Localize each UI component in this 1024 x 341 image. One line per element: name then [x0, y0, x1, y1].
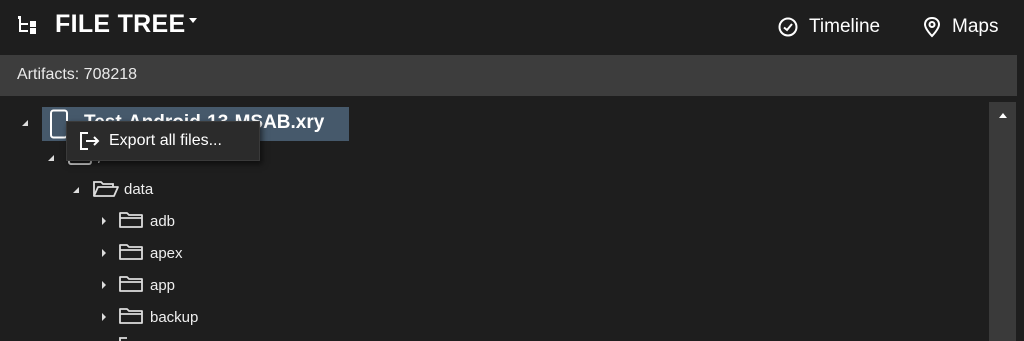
- folder-icon: [119, 212, 143, 228]
- context-item-label: Export all files...: [109, 132, 222, 149]
- expanded-arrow-icon[interactable]: [73, 186, 81, 194]
- artifacts-bar: Artifacts: 708218: [0, 55, 1017, 96]
- tree-item-label[interactable]: adb: [150, 213, 175, 230]
- collapsed-arrow-icon[interactable]: [101, 216, 107, 226]
- folder-icon: [119, 308, 143, 324]
- map-pin-icon: [923, 16, 941, 38]
- tree-item-label[interactable]: apex: [150, 245, 183, 262]
- timeline-button[interactable]: Timeline: [777, 14, 880, 40]
- caret-down-icon[interactable]: [188, 15, 198, 25]
- tree-item-label[interactable]: backup: [150, 309, 198, 326]
- folder-icon: [119, 337, 127, 341]
- header: FILE TREE Timeline Maps: [0, 0, 1024, 54]
- artifacts-count: Artifacts: 708218: [17, 66, 138, 83]
- page-title[interactable]: FILE TREE: [55, 10, 185, 39]
- tree-item-label[interactable]: app: [150, 277, 175, 294]
- export-icon: [80, 132, 100, 150]
- scroll-up-button[interactable]: [989, 102, 1016, 128]
- file-tree-icon: [18, 16, 36, 34]
- collapsed-arrow-icon[interactable]: [101, 312, 107, 322]
- folder-icon: [119, 276, 143, 292]
- clock-check-icon: [778, 17, 798, 37]
- context-menu: Export all files...: [66, 121, 260, 161]
- collapsed-arrow-icon[interactable]: [101, 280, 107, 290]
- maps-button[interactable]: Maps: [922, 14, 998, 40]
- export-all-files-menu-item[interactable]: Export all files...: [67, 122, 259, 160]
- collapsed-arrow-icon[interactable]: [101, 248, 107, 258]
- folder-icon: [119, 244, 143, 260]
- maps-label: Maps: [952, 16, 999, 37]
- expanded-arrow-icon[interactable]: [48, 154, 56, 162]
- expanded-arrow-icon[interactable]: [22, 119, 30, 127]
- tree-item-label[interactable]: data: [124, 181, 153, 198]
- vertical-scrollbar[interactable]: [989, 102, 1016, 341]
- triangle-up-icon: [998, 113, 1007, 118]
- folder-open-icon: [93, 181, 119, 197]
- timeline-label: Timeline: [809, 16, 881, 37]
